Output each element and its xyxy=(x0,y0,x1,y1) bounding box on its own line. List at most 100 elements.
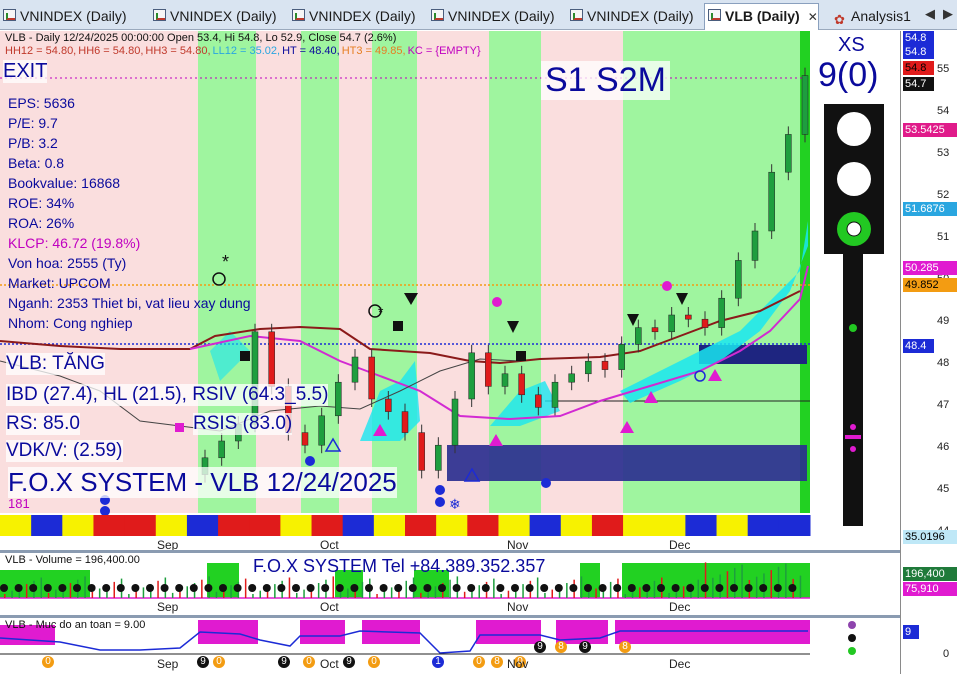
signal-title: S1 S2M xyxy=(541,61,670,100)
strip-cell xyxy=(373,515,406,536)
tab-vnindex-3[interactable]: VNINDEX (Daily) xyxy=(289,4,416,28)
price-tag: 54.7 xyxy=(903,77,934,91)
volume-dot xyxy=(116,584,125,592)
volume-dot xyxy=(408,584,417,592)
strip-cell xyxy=(591,515,624,536)
volume-dot xyxy=(452,584,461,592)
volume-bar xyxy=(566,583,568,598)
volume-dot xyxy=(248,584,257,592)
volume-bar xyxy=(113,581,115,598)
volume-header: VLB - Volume = 196,400.00 xyxy=(5,554,140,566)
tab-scroll-right-icon[interactable]: ▶ xyxy=(943,6,953,21)
price-pane[interactable]: * * ❄ VLB - Daily 12/24/2025 00:00:00 Op… xyxy=(0,31,900,552)
indicator-value: HH6 = 54.80, xyxy=(78,45,144,57)
candle xyxy=(768,171,775,232)
volume-dot xyxy=(233,584,242,592)
volume-dot xyxy=(788,584,797,592)
candle xyxy=(501,373,509,387)
volume-bar xyxy=(303,589,305,598)
tab-vnindex-1[interactable]: VNINDEX (Daily) xyxy=(0,4,127,28)
close-tab-icon[interactable]: ✕ xyxy=(808,10,818,24)
tab-vlb-daily[interactable]: VLB (Daily) ✕ xyxy=(704,3,819,30)
candle xyxy=(218,440,225,459)
candle xyxy=(435,444,442,471)
price-tag: 49.852 xyxy=(903,278,957,292)
volume-dot xyxy=(0,584,8,592)
volume-dot xyxy=(642,584,651,592)
volume-bar xyxy=(69,583,72,598)
volume-bar xyxy=(128,594,130,598)
volume-dot xyxy=(744,584,753,592)
volume-bar xyxy=(420,592,422,598)
volume-bar xyxy=(770,570,772,598)
candle xyxy=(685,314,692,320)
safety-marker: 8 xyxy=(619,641,631,653)
candle xyxy=(735,260,742,299)
strip-cell xyxy=(405,515,437,536)
safety-tag: 9 xyxy=(903,625,919,639)
candle xyxy=(418,432,425,471)
volume-bar xyxy=(332,576,334,598)
tab-vnindex-2[interactable]: VNINDEX (Daily) xyxy=(150,4,277,28)
month-label: Dec xyxy=(669,600,691,614)
vdk-label: VDK/V: (2.59) xyxy=(6,440,123,462)
exit-label: EXIT xyxy=(3,60,48,83)
volume-dot xyxy=(160,584,169,592)
indicator-value: HH3 = 54.80, xyxy=(145,45,211,57)
indicator-value: HH12 = 54.80, xyxy=(5,45,77,57)
fundamental-item: Von hoa: 2555 (Ty) xyxy=(8,255,127,271)
strip-cell xyxy=(778,515,811,536)
safety-axis-zero: 0 xyxy=(943,648,950,660)
volume-bar xyxy=(11,590,13,598)
price-tag: 35.0196 xyxy=(903,530,957,544)
volume-pane[interactable]: VLB - Volume = 196,400.00 F.O.X SYSTEM T… xyxy=(0,553,900,615)
volume-bar xyxy=(259,590,261,598)
volume-bar xyxy=(201,579,203,598)
trend-label: VLB: TĂNG xyxy=(6,353,105,375)
candle xyxy=(601,360,609,370)
chart-icon xyxy=(153,9,166,21)
strip-cell xyxy=(31,515,63,536)
tab-analysis1[interactable]: ✿ Analysis1 xyxy=(831,4,911,28)
safety-dot xyxy=(848,621,856,629)
volume-dot xyxy=(146,584,154,592)
volume-dot xyxy=(511,584,519,592)
axis-tick-label: 53 xyxy=(937,147,950,159)
volume-bar xyxy=(84,576,86,598)
candle xyxy=(585,360,592,375)
volume-bar xyxy=(536,577,539,598)
fundamental-item: P/B: 3.2 xyxy=(8,135,58,151)
indicator-value: HT = 48.40, xyxy=(282,45,340,57)
signal-dot xyxy=(100,506,110,516)
fundamental-item: ROA: 26% xyxy=(8,215,75,231)
tab-vnindex-5[interactable]: VNINDEX (Daily) xyxy=(567,4,694,28)
strip-cell xyxy=(467,515,499,536)
volume-bar xyxy=(274,584,276,598)
volume-dot xyxy=(438,584,446,592)
signal-dot xyxy=(435,485,445,495)
month-label: Sep xyxy=(157,657,179,671)
volume-bar xyxy=(288,577,291,598)
axis-tick-label: 49 xyxy=(937,315,950,327)
safety-band xyxy=(300,620,345,644)
tab-scroll-left-icon[interactable]: ◀ xyxy=(925,6,935,21)
chart-tab-bar: VNINDEX (Daily) VNINDEX (Daily) VNINDEX … xyxy=(0,0,957,30)
axis-tick-label: 45 xyxy=(937,483,950,495)
price-axis[interactable]: 555453525150494847464544 54.854.854.854.… xyxy=(900,31,957,674)
safety-pane[interactable]: VLB - Muc do an toan = 9.00 090909010809… xyxy=(0,618,900,674)
traffic-light-red xyxy=(837,112,871,146)
candle xyxy=(318,415,325,446)
volume-bar xyxy=(580,576,583,598)
indicator-value: HT3 = 49.85, xyxy=(341,45,406,57)
indicator-dot xyxy=(850,446,856,452)
volume-dot xyxy=(730,584,738,592)
strip-cell xyxy=(716,515,749,536)
candle xyxy=(568,373,575,383)
tab-vnindex-4[interactable]: VNINDEX (Daily) xyxy=(428,4,555,28)
month-label: Sep xyxy=(157,600,179,614)
fundamental-item: Bookvalue: 16868 xyxy=(8,175,121,191)
month-label: Nov xyxy=(507,600,529,614)
volume-bar xyxy=(252,594,254,598)
volume-bar xyxy=(734,567,736,598)
volume-bar xyxy=(755,576,758,598)
